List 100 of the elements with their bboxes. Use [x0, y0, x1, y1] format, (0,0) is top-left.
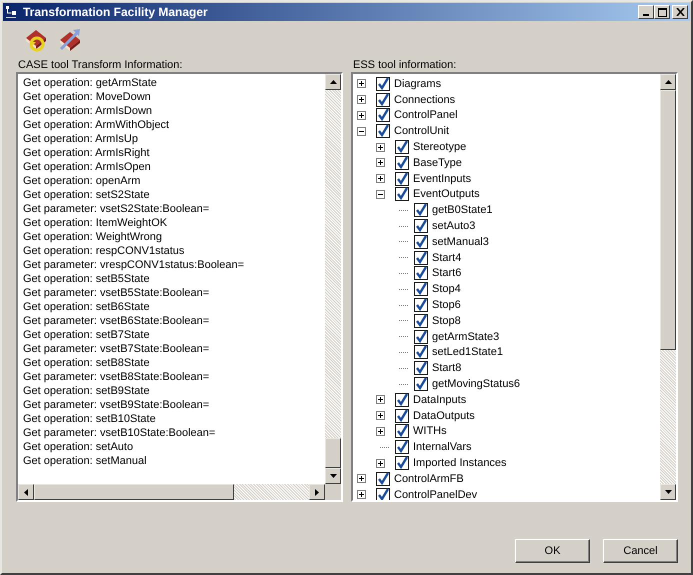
checkbox[interactable] — [414, 282, 428, 296]
checkbox[interactable] — [414, 345, 428, 360]
tree-item[interactable]: getB0State1 — [432, 203, 493, 218]
collapse-icon[interactable] — [376, 190, 385, 199]
list-item[interactable]: Get operation: setB6State — [23, 300, 150, 314]
tree-item[interactable]: Imported Instances — [413, 456, 507, 470]
expand-icon[interactable] — [376, 395, 385, 404]
expand-icon[interactable] — [357, 79, 366, 88]
list-item[interactable]: Get parameter: vsetB9State:Boolean= — [23, 398, 210, 412]
checkbox[interactable] — [395, 456, 409, 470]
dialog-button[interactable]: Cancel — [603, 539, 678, 563]
vertical-scrollbar[interactable] — [660, 74, 676, 500]
list-item[interactable]: Get operation: openArm — [23, 174, 140, 188]
expand-icon[interactable] — [376, 158, 385, 168]
checkbox[interactable] — [414, 234, 428, 249]
list-item[interactable]: Get operation: setB9State — [23, 384, 150, 398]
list-item[interactable]: Get operation: setManual — [23, 454, 147, 468]
list-item[interactable]: Get operation: ArmWithObject — [23, 118, 170, 132]
tree-item[interactable]: ControlArmFB — [394, 472, 464, 486]
list-item[interactable]: Get operation: setAuto — [23, 440, 134, 454]
expand-icon[interactable] — [357, 110, 366, 120]
left-arrow-icon[interactable] — [24, 488, 28, 496]
checkbox[interactable] — [395, 424, 409, 438]
checkbox[interactable] — [395, 392, 409, 407]
scroll-thumb[interactable] — [660, 90, 676, 350]
tree-item[interactable]: InternalVars — [413, 440, 472, 454]
list-item[interactable]: Get parameter: vsetB8State:Boolean= — [23, 370, 210, 384]
tree-item[interactable]: BaseType — [413, 156, 462, 170]
list-item[interactable]: Get operation: WeightWrong — [23, 230, 162, 244]
tree-item[interactable]: Stop8 — [432, 314, 461, 328]
scroll-thumb[interactable] — [325, 438, 341, 468]
checkbox[interactable] — [395, 156, 409, 170]
tree-item[interactable]: EventOutputs — [413, 187, 480, 202]
checkbox[interactable] — [395, 172, 409, 186]
list-item[interactable]: Get parameter: vsetB10State:Boolean= — [23, 426, 216, 440]
list-item[interactable]: Get operation: setB5State — [23, 272, 150, 286]
list-item[interactable]: Get operation: MoveDown — [23, 90, 151, 104]
expand-icon[interactable] — [357, 490, 366, 500]
dialog-button[interactable]: OK — [515, 539, 590, 563]
up-arrow-icon[interactable] — [664, 80, 672, 84]
list-item[interactable]: Get parameter: vsetB5State:Boolean= — [23, 286, 210, 300]
vertical-scrollbar[interactable] — [325, 74, 341, 484]
maximize-button[interactable] — [654, 5, 670, 19]
checkbox[interactable] — [414, 219, 428, 234]
checkbox[interactable] — [414, 298, 428, 312]
tree-item[interactable]: ControlUnit — [394, 124, 450, 138]
checkbox[interactable] — [376, 124, 390, 138]
list-item[interactable]: Get parameter: vsetB7State:Boolean= — [23, 342, 210, 356]
checkbox[interactable] — [395, 408, 409, 423]
checkbox[interactable] — [414, 203, 428, 218]
checkbox[interactable] — [414, 314, 428, 328]
horizontal-scrollbar[interactable] — [18, 484, 325, 500]
list-item[interactable]: Get operation: setB8State — [23, 356, 150, 370]
tree-item[interactable]: Stereotype — [413, 140, 466, 154]
down-arrow-icon[interactable] — [330, 474, 336, 478]
tree-item[interactable]: Diagrams — [394, 76, 442, 91]
list-item[interactable]: Get parameter: vsetB6State:Boolean= — [23, 314, 210, 328]
list-item[interactable]: Get operation: ArmIsOpen — [23, 160, 151, 174]
close-button[interactable] — [672, 5, 688, 19]
checkbox[interactable] — [414, 330, 428, 344]
tree-item[interactable]: ControlPanel — [394, 108, 458, 122]
expand-icon[interactable] — [357, 95, 366, 104]
expand-icon[interactable] — [376, 411, 385, 420]
tree-item[interactable]: Start8 — [432, 361, 462, 376]
checkbox[interactable] — [395, 440, 409, 454]
checkbox[interactable] — [414, 266, 428, 280]
tree-item[interactable]: getMovingStatus6 — [432, 377, 520, 392]
checkbox[interactable] — [414, 250, 428, 265]
collapse-icon[interactable] — [357, 126, 366, 136]
list-item[interactable]: Get operation: ItemWeightOK — [23, 216, 168, 230]
up-arrow-icon[interactable] — [330, 80, 336, 84]
list-item[interactable]: Get parameter: vrespCONV1status:Boolean= — [23, 258, 244, 272]
tree-item[interactable]: setLed1State1 — [432, 345, 503, 360]
list-item[interactable]: Get operation: ArmIsDown — [23, 104, 152, 118]
list-item[interactable]: Get operation: setB10State — [23, 412, 156, 426]
tree-item[interactable]: Stop6 — [432, 298, 461, 312]
list-item[interactable]: Get operation: ArmIsRight — [23, 146, 150, 160]
checkbox[interactable] — [414, 361, 428, 376]
tree-item[interactable]: ControlPanelDev — [394, 488, 478, 500]
list-item[interactable]: Get operation: setS2State — [23, 188, 150, 202]
tree-item[interactable]: WITHs — [413, 424, 447, 438]
list-item[interactable]: Get operation: ArmIsUp — [23, 132, 138, 146]
checkbox[interactable] — [376, 92, 390, 107]
minimize-button[interactable] — [638, 5, 654, 19]
list-item[interactable]: Get operation: respCONV1status — [23, 244, 184, 258]
list-item[interactable]: Get operation: getArmState — [23, 76, 157, 90]
checkbox[interactable] — [414, 377, 428, 392]
list-item[interactable]: Get operation: setB7State — [23, 328, 150, 342]
checkbox[interactable] — [376, 488, 390, 500]
tree-item[interactable]: EventInputs — [413, 172, 472, 186]
scroll-thumb[interactable] — [34, 484, 234, 500]
tree-item[interactable]: DataOutputs — [413, 408, 475, 423]
expand-icon[interactable] — [376, 174, 385, 184]
tree-item[interactable]: setManual3 — [432, 234, 489, 249]
checkbox[interactable] — [376, 472, 390, 486]
checkbox[interactable] — [376, 76, 390, 91]
tree-item[interactable]: Start4 — [432, 250, 462, 265]
checkbox[interactable] — [376, 108, 390, 122]
checkbox[interactable] — [395, 140, 409, 154]
expand-icon[interactable] — [376, 426, 385, 436]
